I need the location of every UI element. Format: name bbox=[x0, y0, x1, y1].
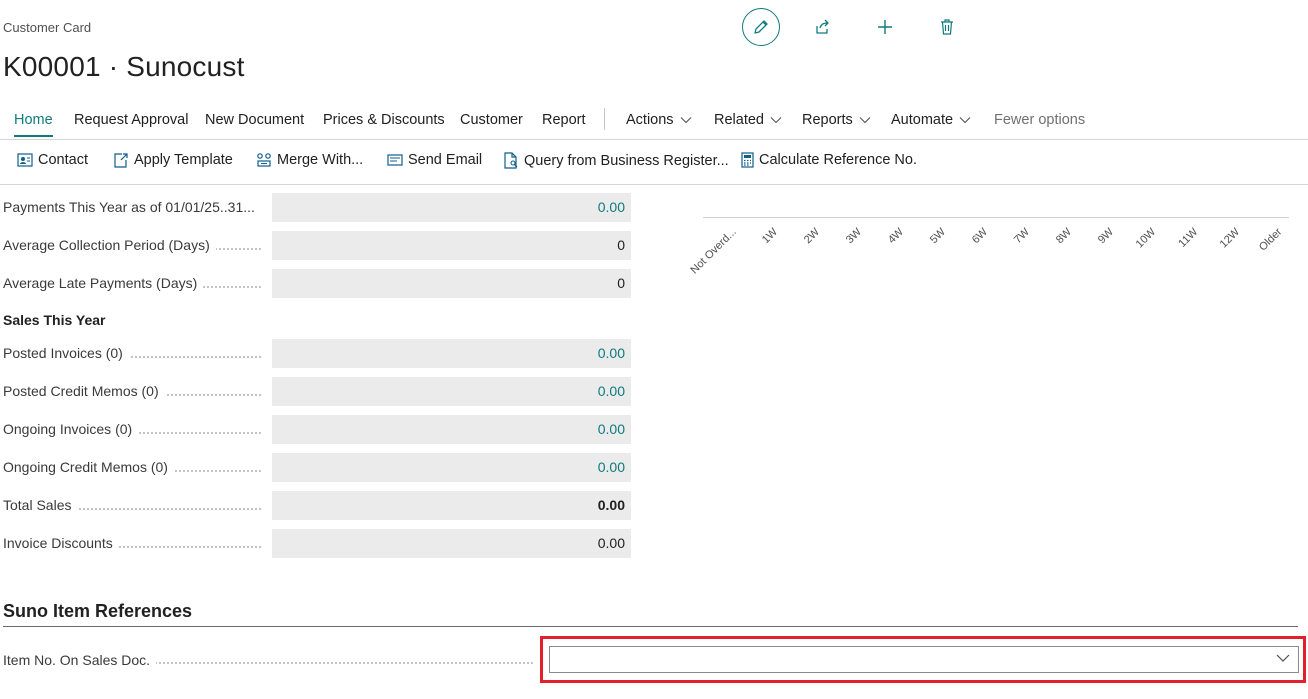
apply-template-label: Apply Template bbox=[134, 152, 233, 168]
chart-tick-label: 7W bbox=[1011, 226, 1032, 247]
total-sales-row: Total Sales 0.00 bbox=[3, 491, 631, 520]
field-label: Total Sales bbox=[3, 497, 78, 513]
field-label: Average Late Payments (Days) bbox=[3, 275, 204, 291]
tab-request-approval[interactable]: Request Approval bbox=[74, 112, 188, 128]
ongoing-invoices-value[interactable]: 0.00 bbox=[272, 415, 631, 444]
pencil-icon bbox=[754, 20, 768, 34]
posted-credit-memos-value[interactable]: 0.00 bbox=[272, 377, 631, 406]
average-collection-period-row: Average Collection Period (Days) 0 bbox=[3, 231, 631, 260]
invoice-discounts-value: 0.00 bbox=[272, 529, 631, 558]
chevron-down-icon bbox=[959, 117, 971, 124]
chart-axis bbox=[703, 217, 1289, 218]
tab-report[interactable]: Report bbox=[542, 112, 586, 128]
ongoing-invoices-row: Ongoing Invoices (0) 0.00 bbox=[3, 415, 631, 444]
ongoing-credit-memos-value[interactable]: 0.00 bbox=[272, 453, 631, 482]
field-label: Ongoing Invoices (0) bbox=[3, 421, 139, 437]
document-search-icon bbox=[504, 152, 518, 169]
posted-invoices-value[interactable]: 0.00 bbox=[272, 339, 631, 368]
menu-related-label: Related bbox=[714, 112, 764, 128]
merge-with-button[interactable]: Merge With... bbox=[256, 152, 363, 168]
fewer-options-button[interactable]: Fewer options bbox=[994, 112, 1085, 128]
tab-new-document[interactable]: New Document bbox=[205, 112, 304, 128]
query-business-register-button[interactable]: Query from Business Register... bbox=[504, 152, 729, 169]
share-button[interactable] bbox=[804, 8, 842, 46]
chart-tick-label: 3W bbox=[843, 226, 864, 247]
chevron-down-icon bbox=[859, 117, 871, 124]
chart-tick-label: Not Overd... bbox=[688, 226, 739, 277]
merge-icon bbox=[257, 153, 271, 167]
item-no-on-sales-doc-label: Item No. On Sales Doc. bbox=[3, 652, 157, 668]
breadcrumb: Customer Card bbox=[3, 20, 92, 35]
item-no-on-sales-doc-select[interactable] bbox=[549, 646, 1299, 673]
chart-tick-label: 1W bbox=[759, 226, 780, 247]
page-title: K00001 · Sunocust bbox=[3, 51, 245, 82]
field-label: Posted Invoices (0) bbox=[3, 345, 129, 361]
field-label: Average Collection Period (Days) bbox=[3, 237, 216, 253]
query-business-register-label: Query from Business Register... bbox=[524, 152, 729, 169]
posted-invoices-row: Posted Invoices (0) 0.00 bbox=[3, 339, 631, 368]
action-menu-bar: Home Request Approval New Document Price… bbox=[0, 106, 1308, 140]
calculate-reference-button[interactable]: Calculate Reference No. bbox=[741, 152, 917, 168]
tab-home[interactable]: Home bbox=[14, 112, 53, 137]
menu-reports-label: Reports bbox=[802, 112, 853, 128]
edit-button[interactable] bbox=[742, 8, 780, 46]
field-label: Posted Credit Memos (0) bbox=[3, 383, 165, 399]
contact-label: Contact bbox=[38, 152, 88, 168]
field-label: Ongoing Credit Memos (0) bbox=[3, 459, 174, 475]
aging-chart: Not Overd... 1W 2W 3W 4W 5W 6W 7W 8W 9W 10W 11W 12W O… bbox=[660, 200, 1300, 300]
menu-actions-label: Actions bbox=[626, 112, 674, 128]
calculate-reference-label: Calculate Reference No. bbox=[759, 152, 917, 168]
menu-automate-label: Automate bbox=[891, 112, 954, 128]
chart-tick-label: 5W bbox=[927, 226, 948, 247]
chart-tick-label: 4W bbox=[885, 226, 906, 247]
invoice-discounts-row: Invoice Discounts 0.00 bbox=[3, 529, 631, 558]
email-icon bbox=[387, 154, 403, 166]
menu-reports[interactable]: Reports bbox=[802, 112, 871, 128]
menu-actions[interactable]: Actions bbox=[626, 112, 692, 128]
chevron-down-icon bbox=[1276, 654, 1290, 662]
contact-button[interactable]: Contact bbox=[17, 152, 88, 168]
section-divider bbox=[3, 626, 1298, 627]
chart-tick-label: 8W bbox=[1053, 226, 1074, 247]
delete-button[interactable] bbox=[928, 8, 966, 46]
menu-automate[interactable]: Automate bbox=[891, 112, 971, 128]
ongoing-credit-memos-row: Ongoing Credit Memos (0) 0.00 bbox=[3, 453, 631, 482]
posted-credit-memos-row: Posted Credit Memos (0) 0.00 bbox=[3, 377, 631, 406]
chart-tick-label: 12W bbox=[1217, 226, 1243, 251]
send-email-label: Send Email bbox=[408, 152, 483, 168]
chart-tick-label: 2W bbox=[801, 226, 822, 247]
chevron-down-icon bbox=[770, 117, 782, 124]
tab-prices-discounts[interactable]: Prices & Discounts bbox=[323, 112, 445, 128]
chart-tick-label: Older bbox=[1256, 226, 1285, 254]
section-title: Suno Item References bbox=[3, 601, 193, 621]
home-toolbar: Contact Apply Template Merge With... Sen… bbox=[0, 141, 1308, 185]
payments-this-year-row: Payments This Year as of 01/01/25..31...… bbox=[3, 193, 631, 222]
total-sales-value: 0.00 bbox=[272, 491, 631, 520]
average-late-payments-row: Average Late Payments (Days) 0 bbox=[3, 269, 631, 298]
chart-tick-label: 11W bbox=[1176, 226, 1201, 250]
calculator-icon bbox=[741, 152, 754, 168]
tab-customer[interactable]: Customer bbox=[460, 112, 523, 128]
new-button[interactable] bbox=[866, 8, 904, 46]
chevron-down-icon bbox=[680, 117, 691, 124]
chart-tick-label: 9W bbox=[1095, 226, 1116, 247]
share-icon bbox=[816, 19, 829, 34]
average-collection-period-value: 0 bbox=[272, 231, 631, 260]
apply-template-button[interactable]: Apply Template bbox=[114, 152, 233, 168]
field-label: Invoice Discounts bbox=[3, 535, 119, 551]
sales-this-year-heading: Sales This Year bbox=[3, 312, 106, 328]
average-late-payments-value: 0 bbox=[272, 269, 631, 298]
apply-template-icon bbox=[114, 153, 128, 168]
chart-tick-label: 6W bbox=[969, 226, 990, 247]
send-email-button[interactable]: Send Email bbox=[387, 152, 482, 168]
contact-card-icon bbox=[17, 153, 33, 167]
payments-this-year-value[interactable]: 0.00 bbox=[272, 193, 631, 222]
menu-related[interactable]: Related bbox=[714, 112, 782, 128]
plus-icon bbox=[878, 20, 892, 34]
trash-icon bbox=[941, 19, 953, 35]
menu-separator bbox=[604, 108, 605, 130]
chart-tick-label: 10W bbox=[1133, 226, 1159, 251]
field-label: Payments This Year as of 01/01/25..31... bbox=[3, 199, 261, 215]
merge-with-label: Merge With... bbox=[277, 152, 364, 168]
